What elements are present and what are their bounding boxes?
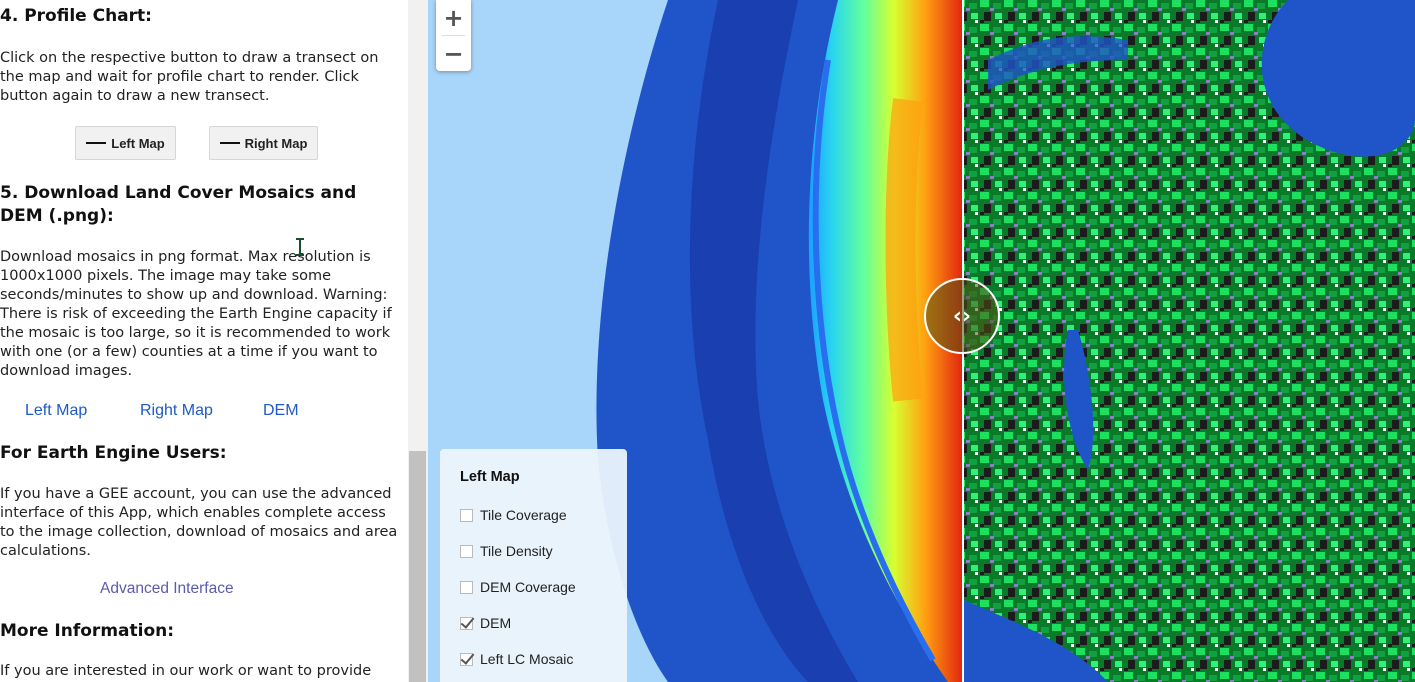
gee-users-text: If you have a GEE account, you can use t… xyxy=(0,486,398,559)
profile-left-map-button[interactable]: Left Map xyxy=(75,126,176,160)
layer-label: Tile Density xyxy=(480,543,553,559)
download-dem-link[interactable]: DEM xyxy=(263,402,299,420)
layer-toggle-dem[interactable]: DEM xyxy=(460,613,511,633)
checkbox-checked[interactable] xyxy=(460,652,473,666)
layer-label: Left LC Mosaic xyxy=(480,651,574,667)
more-information-heading: More Information: xyxy=(0,621,175,641)
chevron-left-right-icon: ‹› xyxy=(952,303,972,329)
layer-panel-title: Left Map xyxy=(460,469,520,485)
profile-right-map-button[interactable]: Right Map xyxy=(209,126,318,160)
layer-label: DEM Coverage xyxy=(480,579,576,595)
more-information-text: If you are interested in our work or wan… xyxy=(0,663,372,679)
profile-chart-text: Click on the respective button to draw a… xyxy=(0,50,379,104)
checkbox[interactable] xyxy=(460,580,473,594)
line-icon xyxy=(86,142,107,144)
layer-toggle-tile-coverage[interactable]: Tile Coverage xyxy=(460,505,567,525)
download-heading: 5. Download Land Cover Mosaics and DEM (… xyxy=(0,183,357,226)
sidebar-scrollbar[interactable] xyxy=(408,0,428,682)
download-text: Download mosaics in png format. Max reso… xyxy=(0,249,392,379)
scrollbar-thumb[interactable] xyxy=(409,451,426,682)
checkbox[interactable] xyxy=(460,544,473,558)
gee-users-heading: For Earth Engine Users: xyxy=(0,443,227,463)
advanced-interface-link[interactable]: Advanced Interface xyxy=(100,580,234,598)
layer-label: DEM xyxy=(480,615,512,631)
zoom-control: + − xyxy=(436,0,471,71)
download-right-map-link[interactable]: Right Map xyxy=(140,402,213,420)
layer-toggle-tile-density[interactable]: Tile Density xyxy=(460,541,553,561)
layer-toggle-dem-coverage[interactable]: DEM Coverage xyxy=(460,577,576,597)
sidebar-panel: 4. Profile Chart: Click on the respectiv… xyxy=(0,0,408,682)
layer-toggle-left-lc-mosaic[interactable]: Left LC Mosaic xyxy=(460,649,573,669)
download-left-map-link[interactable]: Left Map xyxy=(25,402,87,420)
left-map-layer-panel: Left Map Tile Coverage Tile Density DEM … xyxy=(440,449,627,682)
zoom-in-button[interactable]: + xyxy=(436,0,471,35)
zoom-out-button[interactable]: − xyxy=(436,36,471,71)
layer-label: Tile Coverage xyxy=(480,507,567,523)
checkbox-checked[interactable] xyxy=(460,616,473,630)
profile-left-map-button-label: Left Map xyxy=(111,135,165,151)
checkbox[interactable] xyxy=(460,508,473,522)
swipe-handle[interactable]: ‹› xyxy=(924,278,1000,354)
map-view[interactable]: + − ‹› Left Map Tile Coverage Tile Densi… xyxy=(428,0,1415,682)
profile-chart-heading: 4. Profile Chart: xyxy=(0,6,152,26)
line-icon xyxy=(219,142,240,144)
profile-right-map-button-label: Right Map xyxy=(244,135,308,151)
text-cursor-icon xyxy=(296,238,304,256)
